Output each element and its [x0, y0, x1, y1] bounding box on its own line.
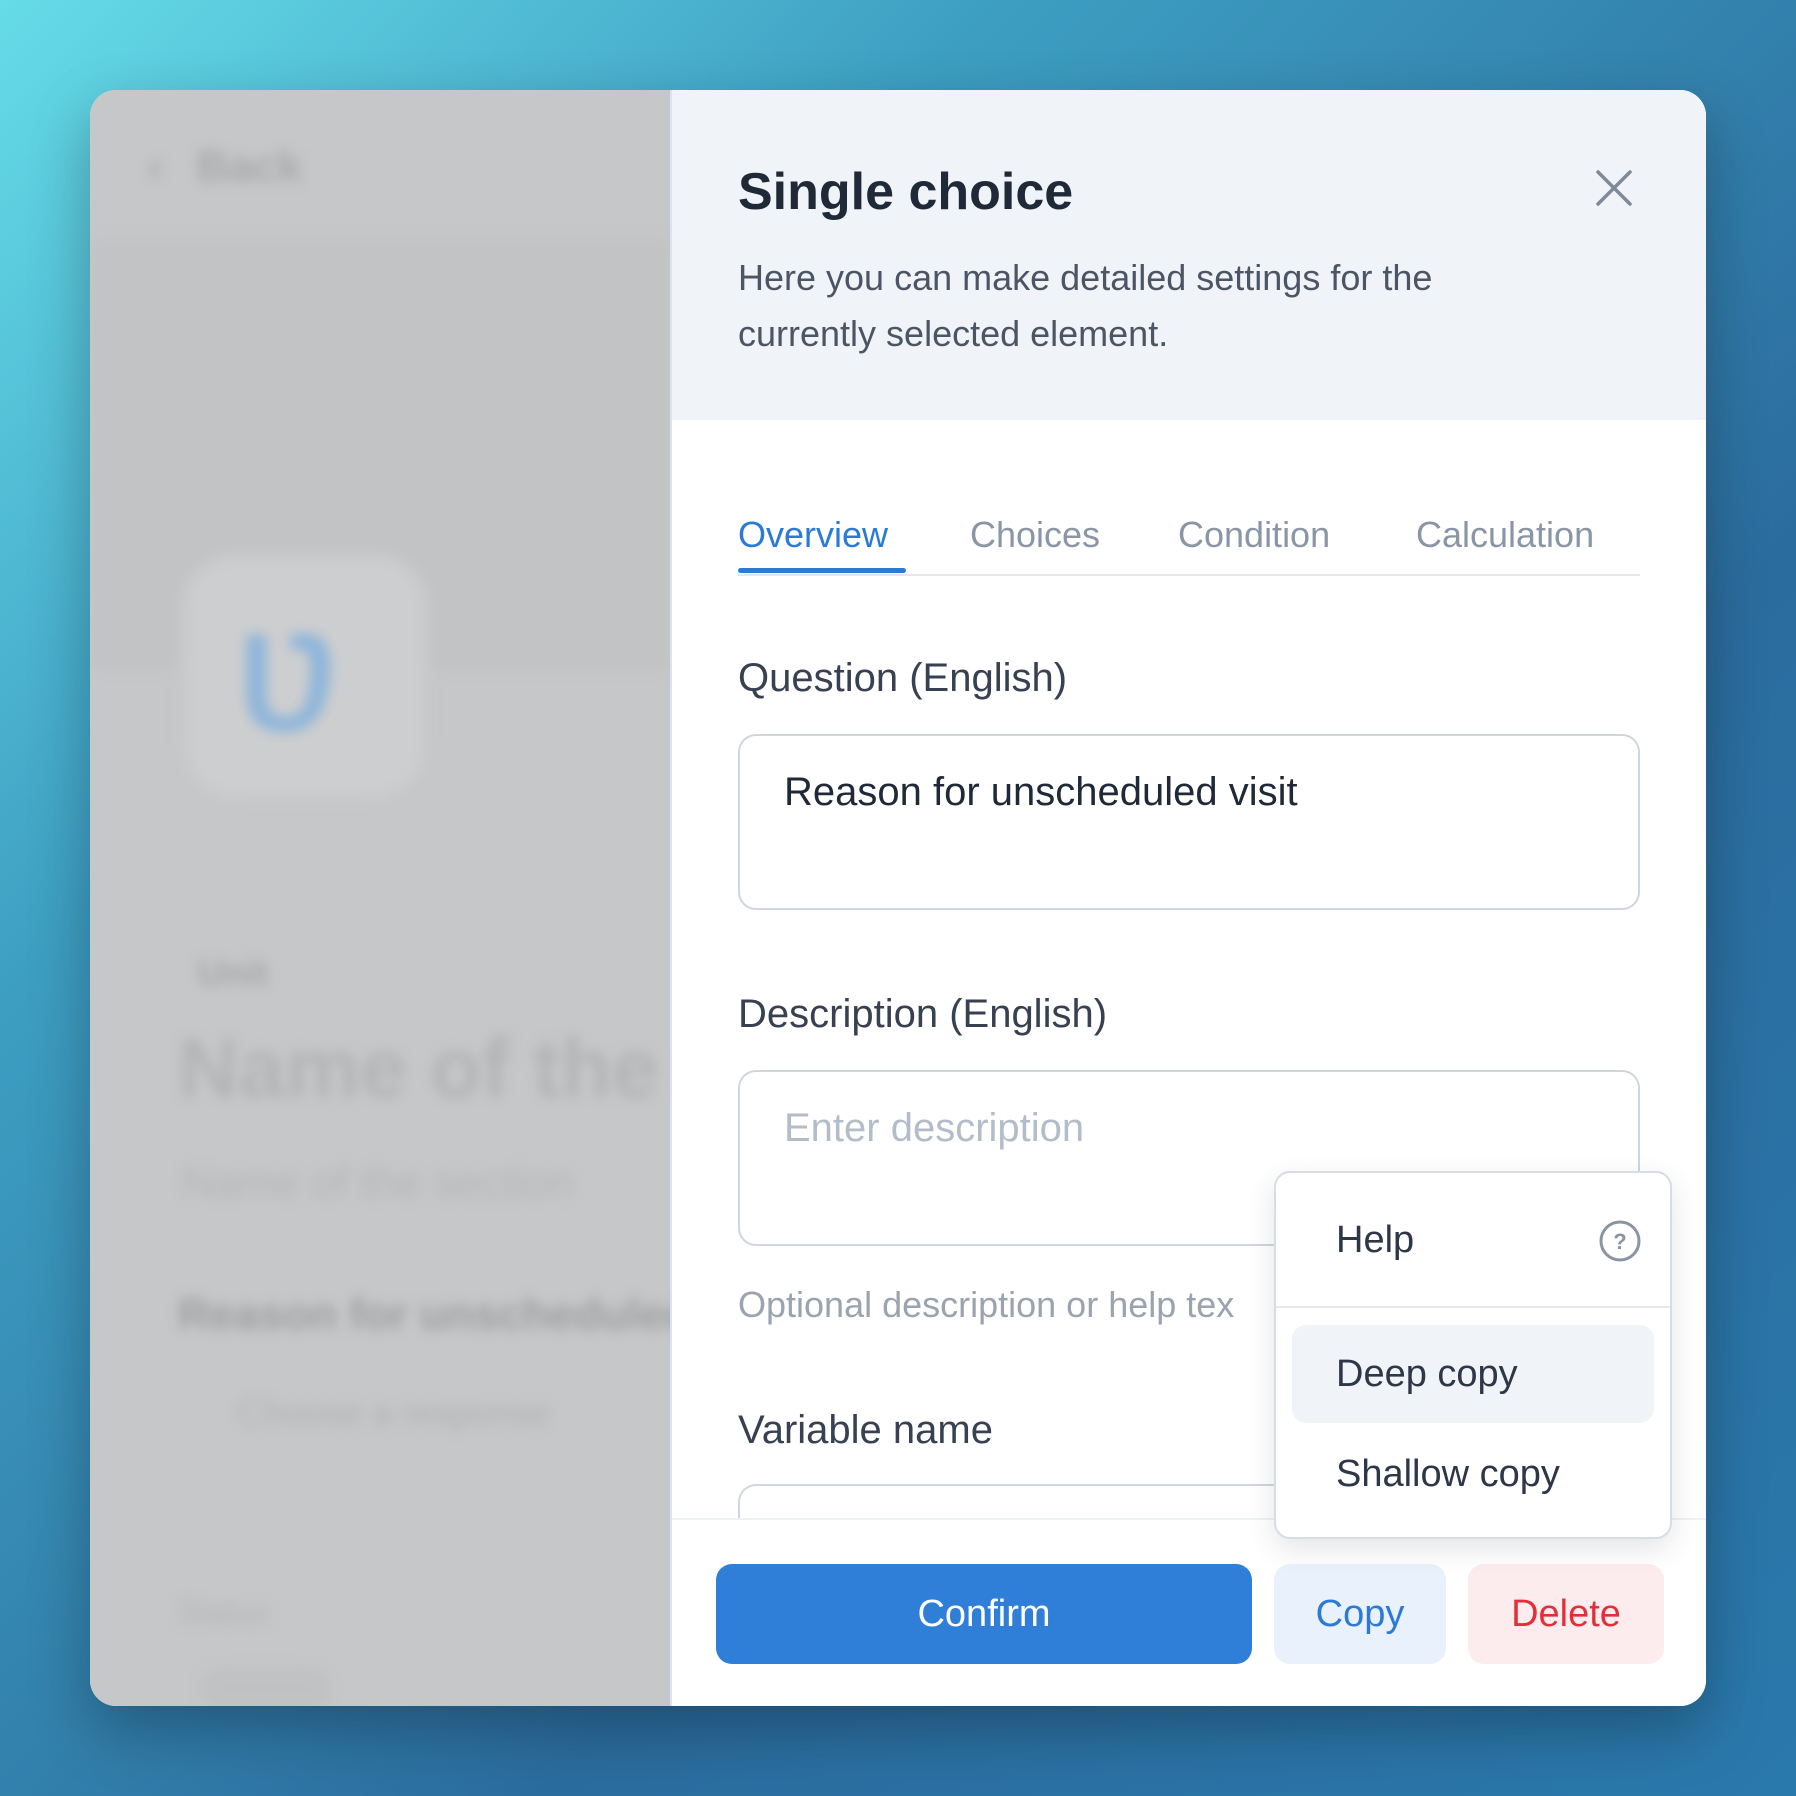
copy-menu: Help ? Deep copy Shallow copy	[1274, 1171, 1672, 1539]
app-logo-icon: Ʋ	[238, 604, 340, 761]
panel-footer: Confirm Copy Delete	[672, 1518, 1706, 1706]
tab-bar: Overview Choices Condition Calculation	[738, 484, 1640, 576]
close-icon	[1596, 170, 1632, 206]
bg-unit-label: Unit	[198, 952, 268, 993]
tab-choices[interactable]: Choices	[970, 514, 1100, 556]
description-label: Description (English)	[738, 992, 1108, 1036]
bg-small-label: Status	[178, 1594, 269, 1630]
description-helper-text: Optional description or help tex	[738, 1284, 1235, 1325]
menu-item-help[interactable]: Help ?	[1292, 1191, 1654, 1289]
background-app: ‹ Back Ʋ Unit Name of the Name of the se…	[90, 90, 670, 1706]
bg-page-title: Name of the	[178, 1021, 659, 1115]
chevron-left-icon: ‹	[148, 142, 163, 191]
tab-condition[interactable]: Condition	[1178, 514, 1330, 556]
back-label: Back	[196, 142, 303, 191]
close-button[interactable]	[1584, 158, 1644, 218]
tab-overview[interactable]: Overview	[738, 514, 888, 556]
question-input[interactable]: Reason for unscheduled visit	[738, 734, 1640, 910]
bg-page-subtitle: Name of the section	[182, 1158, 574, 1207]
panel-title: Single choice	[738, 163, 1074, 221]
bg-option: Choose a response	[238, 1392, 551, 1433]
panel-header: Single choice Here you can make detailed…	[672, 90, 1706, 420]
copy-button[interactable]: Copy	[1274, 1564, 1446, 1664]
bg-question: Reason for unscheduled	[178, 1290, 670, 1339]
menu-item-label: Help	[1336, 1219, 1415, 1261]
menu-divider	[1276, 1306, 1670, 1308]
variable-name-label: Variable name	[738, 1408, 993, 1452]
back-link[interactable]: ‹ Back	[148, 142, 302, 192]
question-label: Question (English)	[738, 656, 1068, 700]
menu-item-label: Deep copy	[1336, 1353, 1518, 1395]
tab-calculation[interactable]: Calculation	[1416, 514, 1594, 556]
app-window: ‹ Back Ʋ Unit Name of the Name of the se…	[90, 90, 1706, 1706]
app-icon-card: Ʋ	[190, 562, 420, 792]
active-tab-indicator	[738, 568, 906, 573]
bg-pill	[200, 1668, 330, 1706]
svg-text:?: ?	[1613, 1229, 1626, 1254]
delete-button[interactable]: Delete	[1468, 1564, 1664, 1664]
confirm-button[interactable]: Confirm	[716, 1564, 1252, 1664]
help-circle-icon: ?	[1599, 1220, 1641, 1262]
menu-item-shallow-copy[interactable]: Shallow copy	[1292, 1425, 1654, 1523]
menu-item-label: Shallow copy	[1336, 1453, 1560, 1495]
panel-description: Here you can make detailed settings for …	[738, 257, 1433, 354]
menu-item-deep-copy[interactable]: Deep copy	[1292, 1325, 1654, 1423]
